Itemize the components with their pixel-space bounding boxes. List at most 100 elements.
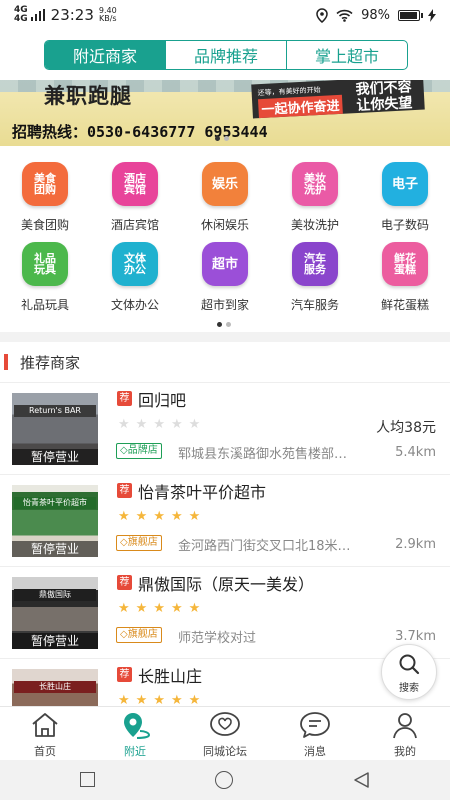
top-tabs-bar: 附近商家 品牌推荐 掌上超市 — [0, 30, 450, 80]
category-beauty[interactable]: 美妆洗护 美妆洗护 — [270, 162, 360, 233]
star-icon: ★ — [135, 601, 148, 616]
category-entertainment[interactable]: 娱乐 休闲娱乐 — [180, 162, 270, 233]
car-icon: 汽车服务 — [292, 242, 338, 286]
merchant-distance: 3.7km — [395, 629, 436, 644]
category-gift[interactable]: 礼品玩具 礼品玩具 — [0, 242, 90, 313]
star-icon: ★ — [153, 693, 165, 706]
promo-banner[interactable]: 兼职跑腿 还等，有美好的开始 我们不容 一起协作奋进 让你失望 招聘热线：053… — [0, 80, 450, 146]
diamond-icon: ◇ — [120, 537, 128, 548]
star-icon: ★ — [170, 601, 183, 616]
net-speed-unit: KB/s — [98, 14, 117, 23]
recommend-badge: 荐 — [117, 483, 132, 498]
merchant-item[interactable]: Return's BAR 暂停营业 荐 回归吧 ★ ★ ★ ★ ★ 人均38元 ◇品牌店… — [0, 382, 450, 474]
recent-apps-button[interactable] — [80, 772, 95, 787]
rating-stars: ★ ★ ★ ★ ★ — [118, 601, 200, 616]
star-icon: ★ — [153, 601, 165, 616]
storefront-sign: Return's BAR — [14, 405, 96, 417]
signal-indicator: 4G 4G — [14, 6, 28, 24]
star-icon: ★ — [118, 417, 130, 432]
category-supermarket[interactable]: 超市 超市到家 — [180, 242, 270, 313]
banner-sign: 还等，有美好的开始 我们不容 一起协作奋进 让你失望 — [251, 80, 425, 119]
category-label: 超市到家 — [200, 298, 249, 312]
home-button[interactable] — [215, 771, 233, 789]
rating-stars: ★ ★ ★ ★ ★ — [118, 509, 200, 524]
merchant-thumbnail: 长胜山庄 — [12, 669, 98, 706]
flower-icon: 鲜花蛋糕 — [382, 242, 428, 286]
tab-nearby-merchants[interactable]: 附近商家 — [45, 41, 165, 69]
tab-pocket-supermarket[interactable]: 掌上超市 — [286, 41, 407, 69]
star-icon: ★ — [153, 417, 165, 432]
electronics-icon-text: 电子 — [391, 176, 418, 192]
storefront-sign: 怡青茶叶平价超市 — [14, 497, 96, 509]
merchant-name: 回归吧 — [138, 391, 187, 410]
merchant-name: 怡青茶叶平价超市 — [138, 483, 267, 502]
merchant-distance: 5.4km — [395, 445, 436, 460]
category-pagination — [217, 322, 231, 327]
star-icon: ★ — [188, 693, 201, 706]
category-car[interactable]: 汽车服务 汽车服务 — [270, 242, 360, 313]
banner-headline: 兼职跑腿 — [44, 84, 132, 108]
back-button[interactable] — [352, 771, 370, 789]
heart-chat-icon — [210, 712, 240, 736]
diamond-icon: ◇ — [120, 629, 128, 640]
bottom-nav: 首页 附近 同城论坛 消息 我的 — [0, 706, 450, 760]
signal-bars-icon — [30, 9, 45, 21]
category-office[interactable]: 文体办公 文体办公 — [90, 242, 180, 313]
nav-messages[interactable]: 消息 — [270, 707, 360, 760]
rating-stars: ★ ★ ★ ★ ★ — [118, 693, 200, 706]
category-label: 鲜花蛋糕 — [380, 298, 429, 312]
entertainment-icon-text: 娱乐 — [211, 176, 238, 192]
category-flower[interactable]: 鲜花蛋糕 鲜花蛋糕 — [360, 242, 450, 313]
category-label: 礼品玩具 — [20, 298, 69, 312]
storefront-sign: 长胜山庄 — [14, 681, 96, 693]
category-electronics[interactable]: 电子 电子数码 — [360, 162, 450, 233]
merchant-thumbnail: 鼎傲国际 暂停营业 — [12, 577, 98, 649]
location-icon — [124, 713, 151, 739]
nav-label: 同城论坛 — [203, 745, 247, 758]
battery-percent: 98% — [361, 7, 390, 23]
search-fab[interactable]: 搜索 — [381, 644, 437, 700]
category-label: 美食团购 — [20, 218, 69, 232]
banner-pagination — [215, 136, 229, 141]
user-icon — [393, 713, 417, 739]
nav-forum[interactable]: 同城论坛 — [180, 707, 270, 760]
tab-brand-recommend[interactable]: 品牌推荐 — [165, 41, 286, 69]
category-label: 酒店宾馆 — [110, 218, 159, 232]
banner-sign-b: 一起协作奋进 — [258, 94, 343, 119]
star-icon: ★ — [118, 601, 130, 616]
supermarket-icon: 超市 — [202, 242, 248, 286]
merchant-distance: 2.9km — [395, 537, 436, 552]
merchant-address: 师范学校对过 — [178, 631, 257, 646]
star-icon: ★ — [188, 417, 201, 432]
signal-2-label: 4G — [14, 14, 28, 24]
tag-label: 旗舰店 — [127, 629, 158, 640]
status-bar: 4G 4G 23:23 9.40 KB/s 98% — [0, 0, 450, 30]
star-icon: ★ — [135, 417, 148, 432]
category-label: 文体办公 — [110, 298, 159, 312]
nav-home[interactable]: 首页 — [0, 707, 90, 760]
net-speed: 9.40 KB/s — [99, 7, 117, 23]
banner-sign-c: 让你失望 — [356, 95, 413, 115]
nav-label: 首页 — [34, 745, 56, 758]
category-hotel[interactable]: 酒店宾馆 酒店宾馆 — [90, 162, 180, 233]
merchant-thumbnail: 怡青茶叶平价超市 暂停营业 — [12, 485, 98, 557]
star-icon: ★ — [188, 509, 201, 524]
battery-icon — [398, 9, 423, 21]
wifi-icon — [336, 9, 353, 22]
average-price: 人均38元 — [376, 420, 436, 436]
merchant-item[interactable]: 怡青茶叶平价超市 暂停营业 荐 怡青茶叶平价超市 ★ ★ ★ ★ ★ ◇旗舰店 金河路西… — [0, 474, 450, 566]
nav-profile[interactable]: 我的 — [360, 707, 450, 760]
search-fab-label: 搜索 — [399, 683, 419, 694]
category-dot — [226, 322, 231, 327]
merchant-name: 鼎傲国际（原天一美发） — [138, 575, 315, 594]
flagship-store-tag: ◇旗舰店 — [116, 535, 162, 551]
nav-nearby[interactable]: 附近 — [90, 707, 180, 760]
rating-stars: ★ ★ ★ ★ ★ — [118, 417, 200, 432]
category-food[interactable]: 美食团购 美食团购 — [0, 162, 90, 233]
nav-label: 我的 — [394, 745, 416, 758]
merchant-thumbnail: Return's BAR 暂停营业 — [12, 393, 98, 465]
star-icon: ★ — [170, 509, 183, 524]
gift-icon-text: 礼品玩具 — [34, 252, 56, 276]
star-icon: ★ — [118, 693, 130, 706]
diamond-icon: ◇ — [120, 445, 128, 456]
